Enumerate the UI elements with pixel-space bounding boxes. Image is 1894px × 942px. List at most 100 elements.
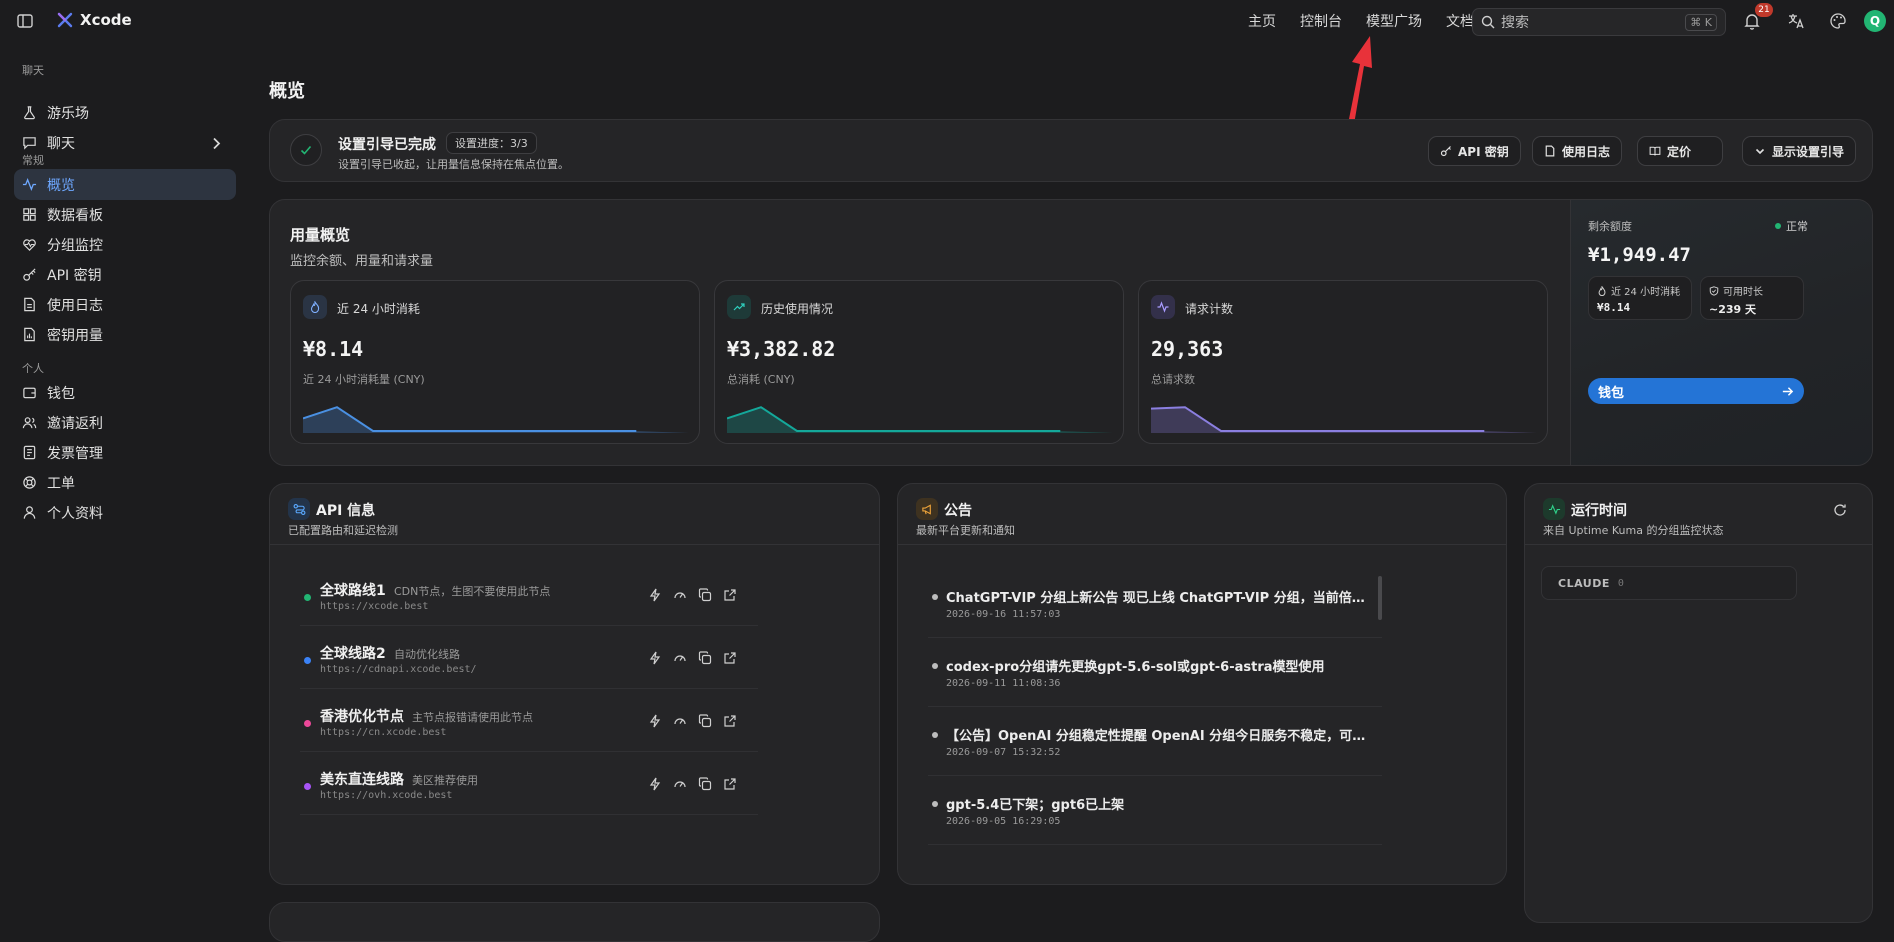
copy-icon[interactable] [698, 588, 712, 602]
announcement-text: gpt-5.4已下架；gpt6已上架 [946, 798, 1125, 813]
copy-icon[interactable] [698, 714, 712, 728]
pricing-button[interactable]: 定价 [1637, 136, 1724, 166]
sidebar-item-label: 邀请返利 [47, 415, 103, 432]
usage-logs-button[interactable]: 使用日志 [1532, 136, 1623, 166]
announcement-date: 2026-09-07 15:32:52 [946, 747, 1061, 758]
arrow-right-icon [1782, 386, 1794, 396]
route-row[interactable]: 香港优化节点 主节点报错请使用此节点 https://cn.xcode.best [300, 700, 758, 752]
sidebar-item-invoices[interactable]: 发票管理 [14, 437, 236, 468]
announcement-item[interactable]: codex-pro分组请先更换gpt-5.6-sol或gpt-6-astra模型… [928, 650, 1382, 707]
wallet-icon [23, 387, 36, 399]
key-icon [23, 268, 36, 281]
metric-value: ¥8.14 [303, 337, 364, 361]
gauge-icon[interactable] [673, 588, 687, 602]
route-actions [648, 651, 737, 665]
nav-model-square[interactable]: 模型广场 [1366, 11, 1422, 31]
sidebar-item-label: 使用日志 [47, 297, 103, 314]
route-name: 全球路线1 [320, 583, 386, 599]
bolt-icon[interactable] [648, 588, 662, 602]
announcement-item[interactable]: gpt-5.4已下架；gpt6已上架 2026-09-05 16:29:05 [928, 788, 1382, 845]
route-row[interactable]: 美东直连线路 美区推荐使用 https://ovh.xcode.best [300, 763, 758, 815]
gauge-icon[interactable] [673, 714, 687, 728]
activity-icon [22, 178, 37, 191]
translate-icon[interactable] [1786, 11, 1806, 31]
sidebar-item-key-usage[interactable]: 密钥用量 [14, 319, 236, 350]
search-placeholder: 搜索 [1501, 15, 1529, 31]
bolt-icon[interactable] [648, 714, 662, 728]
sidebar-item-chat[interactable]: 聊天 [14, 127, 236, 158]
balance-status-text: 正常 [1786, 220, 1808, 233]
api-keys-button[interactable]: API 密钥 [1428, 136, 1521, 166]
usage-overview-card: 用量概览 监控余额、用量和请求量 近 24 小时消耗 ¥8.14 近 24 小时… [269, 199, 1873, 466]
nav-home[interactable]: 主页 [1248, 11, 1276, 31]
route-name: 全球线路2 [320, 646, 386, 662]
copy-icon[interactable] [698, 651, 712, 665]
metric-label: 近 24 小时消耗 [337, 302, 420, 316]
copy-icon[interactable] [698, 777, 712, 791]
uptime-group-row[interactable]: CLAUDE 0 [1541, 566, 1797, 600]
api-keys-button-label: API 密钥 [1458, 144, 1509, 159]
usage-overview-title: 用量概览 [290, 226, 351, 244]
avatar[interactable]: Q [1864, 10, 1886, 32]
external-link-icon[interactable] [723, 651, 737, 665]
bolt-icon[interactable] [648, 777, 662, 791]
route-row[interactable]: 全球路线1 CDN节点，生图不要使用此节点 https://xcode.best [300, 574, 758, 626]
route-desc: 美区推荐使用 [412, 774, 478, 787]
route-url: https://ovh.xcode.best [320, 790, 453, 801]
sidebar-item-profile[interactable]: 个人资料 [14, 497, 236, 528]
sparkline-24h [303, 406, 689, 433]
mini-stat-duration: 可用时长 ~239 天 [1700, 276, 1804, 320]
bolt-icon[interactable] [648, 651, 662, 665]
sidebar-item-referral[interactable]: 邀请返利 [14, 407, 236, 438]
mini-stat-value: ¥8.14 [1597, 301, 1631, 314]
announcement-item[interactable]: 【公告】OpenAI 分组稳定性提醒 OpenAI 分组今日服务不稳定，可能出现… [928, 719, 1382, 776]
wallet-button-label: 钱包 [1598, 385, 1625, 401]
nav-docs[interactable]: 文档 [1446, 11, 1474, 31]
announcement-bullet [932, 663, 938, 669]
external-link-icon[interactable] [723, 714, 737, 728]
announcements-card: 公告 最新平台更新和通知 ChatGPT-VIP 分组上新公告 现已上线 Cha… [897, 483, 1507, 885]
gauge-icon[interactable] [673, 651, 687, 665]
search-icon [1481, 15, 1495, 29]
gauge-icon[interactable] [673, 777, 687, 791]
nav-console[interactable]: 控制台 [1300, 11, 1342, 31]
chevron-right-icon[interactable] [209, 136, 224, 151]
heart-pulse-icon [23, 239, 36, 251]
sidebar-item-group-monitor[interactable]: 分组监控 [14, 229, 236, 260]
sidebar-toggle-icon[interactable] [16, 12, 34, 30]
refresh-icon[interactable] [1833, 503, 1847, 517]
sidebar-item-tickets[interactable]: 工单 [14, 467, 236, 498]
shield-icon [1709, 285, 1719, 296]
announcement-date: 2026-09-11 11:08:36 [946, 678, 1061, 689]
search-input[interactable]: 搜索 ⌘ K [1472, 8, 1726, 36]
user-icon [23, 506, 36, 519]
setup-subtitle: 设置引导已收起，让用量信息保持在焦点位置。 [338, 158, 569, 171]
wallet-button[interactable]: 钱包 [1588, 378, 1804, 404]
show-setup-guide-button[interactable]: 显示设置引导 [1742, 136, 1857, 166]
route-status-dot [304, 783, 311, 790]
announcement-item[interactable]: ChatGPT-VIP 分组上新公告 现已上线 ChatGPT-VIP 分组，当… [928, 581, 1382, 638]
app-logo[interactable]: Xcode [56, 11, 132, 29]
announcement-date: 2026-09-05 16:29:05 [946, 816, 1061, 827]
setup-banner: 设置引导已完成 设置进度：3/3 设置引导已收起，让用量信息保持在焦点位置。 A… [269, 119, 1873, 182]
route-url: https://cn.xcode.best [320, 727, 447, 738]
palette-icon[interactable] [1828, 11, 1848, 31]
external-link-icon[interactable] [723, 777, 737, 791]
sidebar-item-dashboard[interactable]: 数据看板 [14, 199, 236, 230]
route-desc: CDN节点，生图不要使用此节点 [394, 585, 551, 598]
uptime-title: 运行时间 [1571, 503, 1627, 519]
route-row[interactable]: 全球线路2 自动优化线路 https://cdnapi.xcode.best/ [300, 637, 758, 689]
divider [898, 544, 1506, 545]
mini-stat-label-wrap: 可用时长 [1709, 283, 1763, 298]
sidebar-item-playground[interactable]: 游乐场 [14, 97, 236, 128]
metric-card-history: 历史使用情况 ¥3,382.82 总消耗 (CNY) [714, 280, 1124, 444]
sidebar-item-wallet[interactable]: 钱包 [14, 377, 236, 408]
external-link-icon[interactable] [723, 588, 737, 602]
sidebar-item-api-keys[interactable]: API 密钥 [14, 259, 236, 290]
sidebar-item-overview[interactable]: 概览 [14, 169, 236, 200]
metric-value: ¥3,382.82 [727, 337, 836, 361]
notification-badge: 21 [1755, 3, 1773, 17]
api-info-subtitle: 已配置路由和延迟检测 [288, 524, 398, 537]
sidebar-item-usage-logs[interactable]: 使用日志 [14, 289, 236, 320]
sparkline-requests [1151, 406, 1537, 433]
